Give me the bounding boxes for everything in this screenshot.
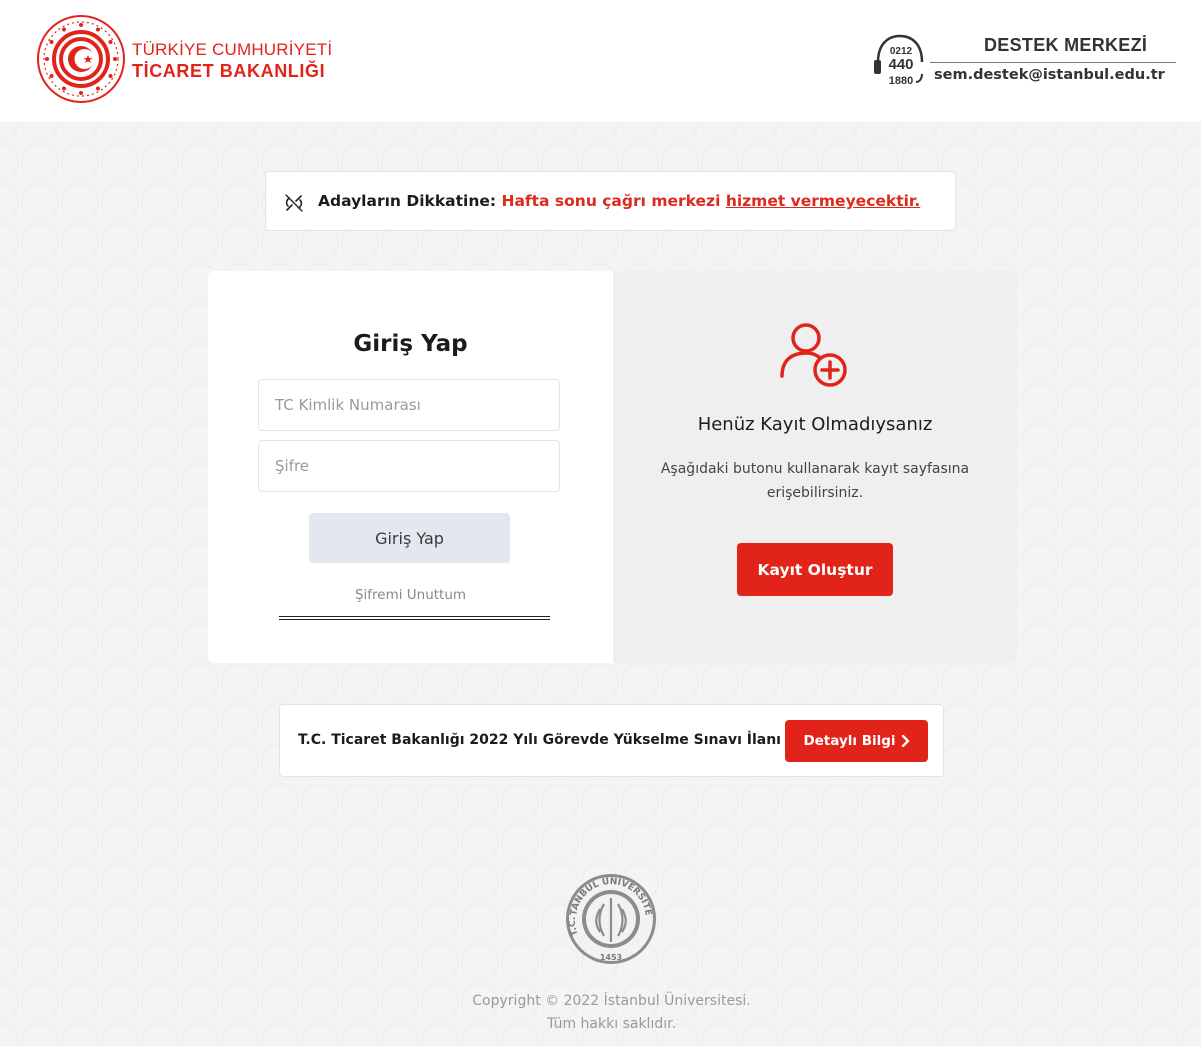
announcement-banner: T.C. Ticaret Bakanlığı 2022 Yılı Görevde… bbox=[279, 704, 944, 777]
support-center: 0212 440 1880 DESTEK MERKEZİ sem.destek@… bbox=[872, 28, 1182, 98]
forgot-password-link[interactable]: Şifremi Unuttum bbox=[208, 587, 613, 603]
ministry-emblem-icon bbox=[37, 15, 125, 103]
add-user-icon bbox=[780, 323, 847, 387]
announcement-text: T.C. Ticaret Bakanlığı 2022 Yılı Görevde… bbox=[298, 732, 781, 748]
logo-line2: TİCARET BAKANLIĞI bbox=[132, 61, 326, 81]
istanbul-university-seal: İSTANBUL ÜNİVERSİTESİ T.C. 1453 bbox=[564, 872, 656, 964]
password-input[interactable] bbox=[258, 440, 560, 492]
register-desc-line2: erişebilirsiniz. bbox=[766, 485, 864, 501]
tc-identity-input[interactable] bbox=[258, 379, 560, 431]
register-desc-line1: Aşağıdaki butonu kullanarak kayıt sayfas… bbox=[660, 461, 970, 477]
logo-line1: TÜRKİYE CUMHURİYETİ bbox=[132, 40, 333, 59]
notice-banner: Adayların Dikkatine: Hafta sonu çağrı me… bbox=[265, 171, 956, 231]
notice-text: Adayların Dikkatine: Hafta sonu çağrı me… bbox=[318, 192, 920, 210]
register-panel: Henüz Kayıt Olmadıysanız Aşağıdaki buton… bbox=[613, 271, 1017, 663]
login-button[interactable]: Giriş Yap bbox=[309, 513, 510, 563]
seal-year: 1453 bbox=[600, 953, 622, 962]
register-button[interactable]: Kayıt Oluştur bbox=[737, 543, 893, 596]
register-description: Aşağıdaki butonu kullanarak kayıt sayfas… bbox=[653, 457, 977, 505]
forgot-password-divider bbox=[279, 616, 550, 620]
support-email[interactable]: sem.destek@istanbul.edu.tr bbox=[934, 67, 1165, 83]
notice-link[interactable]: hizmet vermeyecektir. bbox=[726, 192, 920, 210]
notice-label: Adayların Dikkatine: bbox=[318, 192, 497, 210]
copyright-line1: Copyright © 2022 İstanbul Üniversitesi. bbox=[472, 993, 751, 1009]
login-panel: Giriş Yap Giriş Yap Şifremi Unuttum bbox=[208, 271, 613, 663]
support-badge-bottom: 1880 bbox=[889, 75, 913, 87]
broken-link-icon bbox=[285, 194, 303, 212]
detail-info-button[interactable]: Detaylı Bilgi bbox=[785, 720, 928, 762]
support-badge-mid: 440 bbox=[888, 56, 913, 73]
copyright: Copyright © 2022 İstanbul Üniversitesi. … bbox=[0, 990, 1201, 1036]
copyright-line2: Tüm hakkı saklıdır. bbox=[546, 1016, 677, 1032]
chevron-right-icon bbox=[901, 735, 909, 747]
support-divider bbox=[930, 62, 1176, 63]
detail-info-label: Detaylı Bilgi bbox=[803, 733, 896, 749]
support-title: DESTEK MERKEZİ bbox=[984, 35, 1148, 55]
login-title: Giriş Yap bbox=[353, 331, 468, 357]
ministry-logo[interactable]: TÜRKİYE CUMHURİYETİ TİCARET BAKANLIĞI bbox=[36, 14, 336, 104]
notice-highlight: Hafta sonu çağrı merkezi bbox=[501, 192, 721, 210]
register-title: Henüz Kayıt Olmadıysanız bbox=[697, 414, 933, 435]
headset-icon: 0212 440 1880 bbox=[874, 34, 924, 87]
